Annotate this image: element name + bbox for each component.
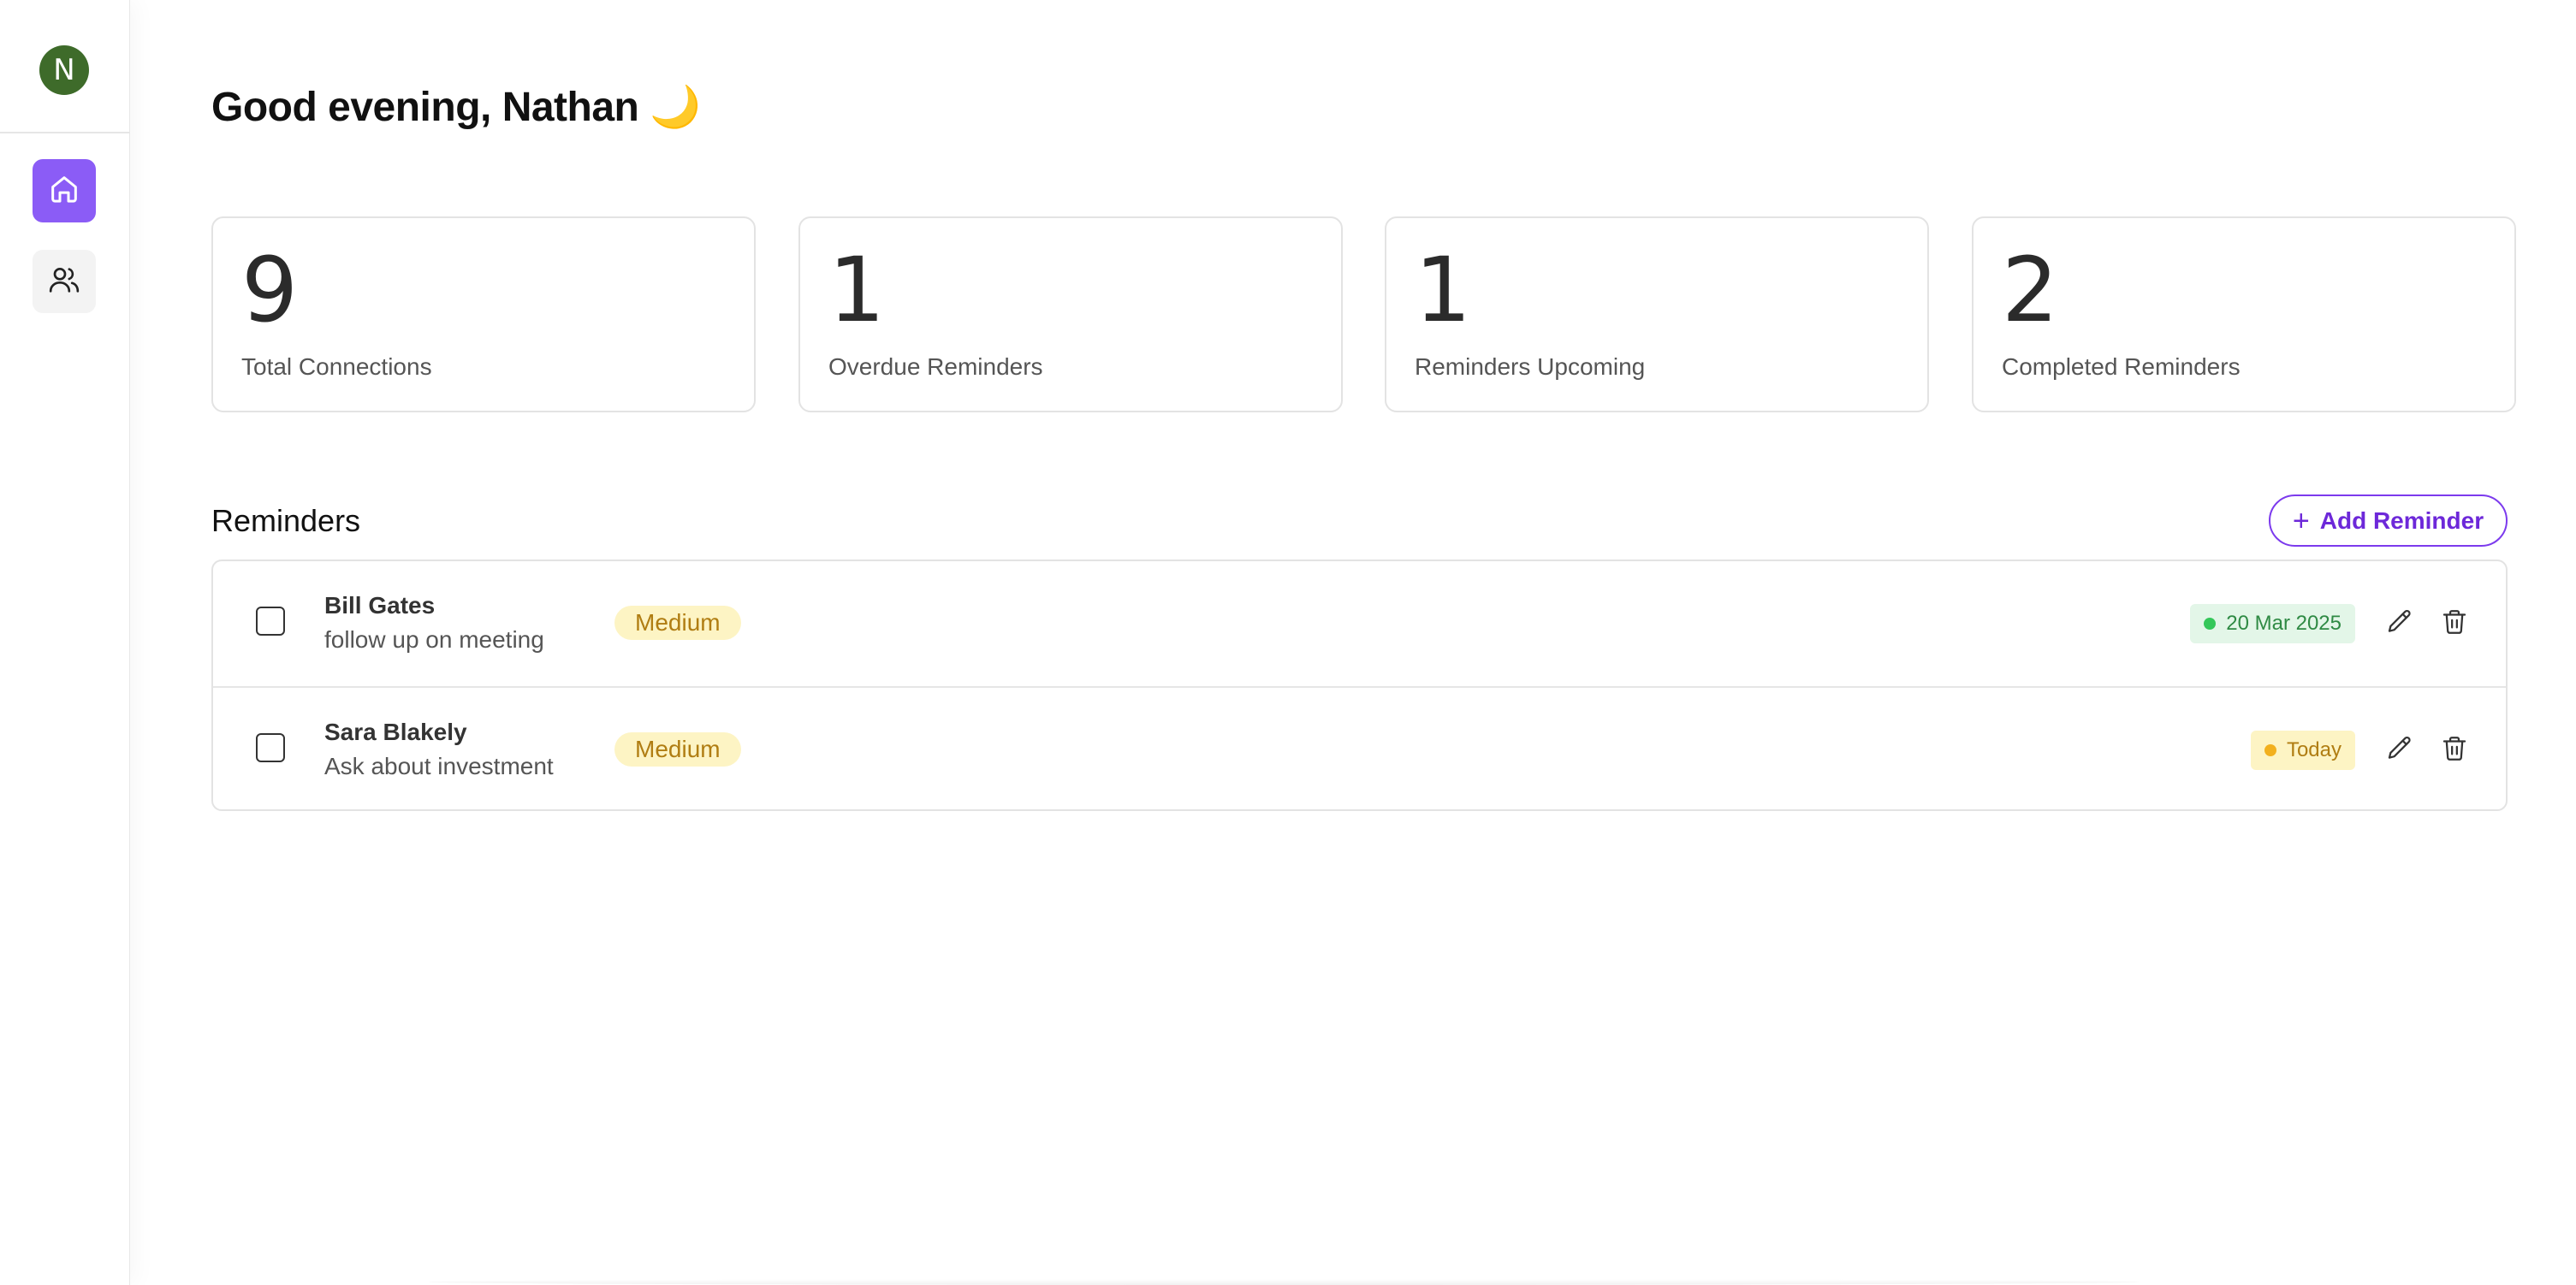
priority-badge: Medium <box>614 606 741 640</box>
trash-icon <box>2440 734 2469 767</box>
avatar-initial: N <box>53 53 75 87</box>
reminder-note: follow up on meeting <box>324 626 544 653</box>
stat-label: Reminders Upcoming <box>1415 353 1646 380</box>
stat-value: 1 <box>828 238 886 342</box>
date-label: Today <box>2286 738 2342 761</box>
reminder-note: Ask about investment <box>324 753 554 779</box>
plus-icon: + <box>2292 504 2310 537</box>
users-icon <box>47 263 81 301</box>
delete-button[interactable] <box>2438 734 2471 767</box>
stat-card-reminders-upcoming: 1 Reminders Upcoming <box>1385 216 1929 412</box>
page-title: Good evening, Nathan 🌙 <box>211 85 701 130</box>
pencil-icon <box>2385 734 2414 767</box>
sidebar-item-connections[interactable] <box>33 250 96 313</box>
stat-card-overdue-reminders: 1 Overdue Reminders <box>798 216 1343 412</box>
date-badge: 20 Mar 2025 <box>2190 604 2355 643</box>
date-label: 20 Mar 2025 <box>2226 612 2342 635</box>
app-root: N Good evening, Nathan 🌙 9 Total Connect… <box>0 0 2576 1285</box>
complete-checkbox[interactable] <box>256 733 285 762</box>
reminder-contact-name: Sara Blakely <box>324 719 467 745</box>
add-reminder-label: Add Reminder <box>2319 506 2484 534</box>
home-icon <box>47 172 81 210</box>
avatar[interactable]: N <box>39 45 89 95</box>
stat-value: 2 <box>2002 238 2059 342</box>
stat-label: Overdue Reminders <box>828 353 1043 380</box>
reminder-contact-name: Bill Gates <box>324 592 436 619</box>
sidebar-item-home[interactable] <box>33 159 96 222</box>
bottom-shadow <box>428 1279 2140 1285</box>
priority-badge: Medium <box>614 732 741 767</box>
list-item: Sara Blakely Ask about investment Medium… <box>213 686 2506 809</box>
stat-card-total-connections: 9 Total Connections <box>211 216 756 412</box>
stat-label: Total Connections <box>241 353 432 380</box>
stat-label: Completed Reminders <box>2002 353 2241 380</box>
pencil-icon <box>2385 607 2414 641</box>
sidebar: N <box>0 0 130 1285</box>
add-reminder-button[interactable]: + Add Reminder <box>2269 494 2508 547</box>
list-item: Bill Gates follow up on meeting Medium 2… <box>213 561 2506 686</box>
stat-card-completed-reminders: 2 Completed Reminders <box>1972 216 2516 412</box>
sidebar-divider <box>0 132 130 133</box>
date-badge: Today <box>2250 731 2355 770</box>
complete-checkbox[interactable] <box>256 607 285 636</box>
stat-value: 9 <box>241 238 299 342</box>
stat-value: 1 <box>1415 238 1472 342</box>
trash-icon <box>2440 607 2469 641</box>
section-title: Reminders <box>211 503 361 538</box>
status-dot-icon <box>2264 744 2276 756</box>
status-dot-icon <box>2204 618 2217 630</box>
edit-button[interactable] <box>2383 734 2416 767</box>
edit-button[interactable] <box>2383 607 2416 640</box>
delete-button[interactable] <box>2438 607 2471 640</box>
reminders-list: Bill Gates follow up on meeting Medium 2… <box>211 560 2508 811</box>
